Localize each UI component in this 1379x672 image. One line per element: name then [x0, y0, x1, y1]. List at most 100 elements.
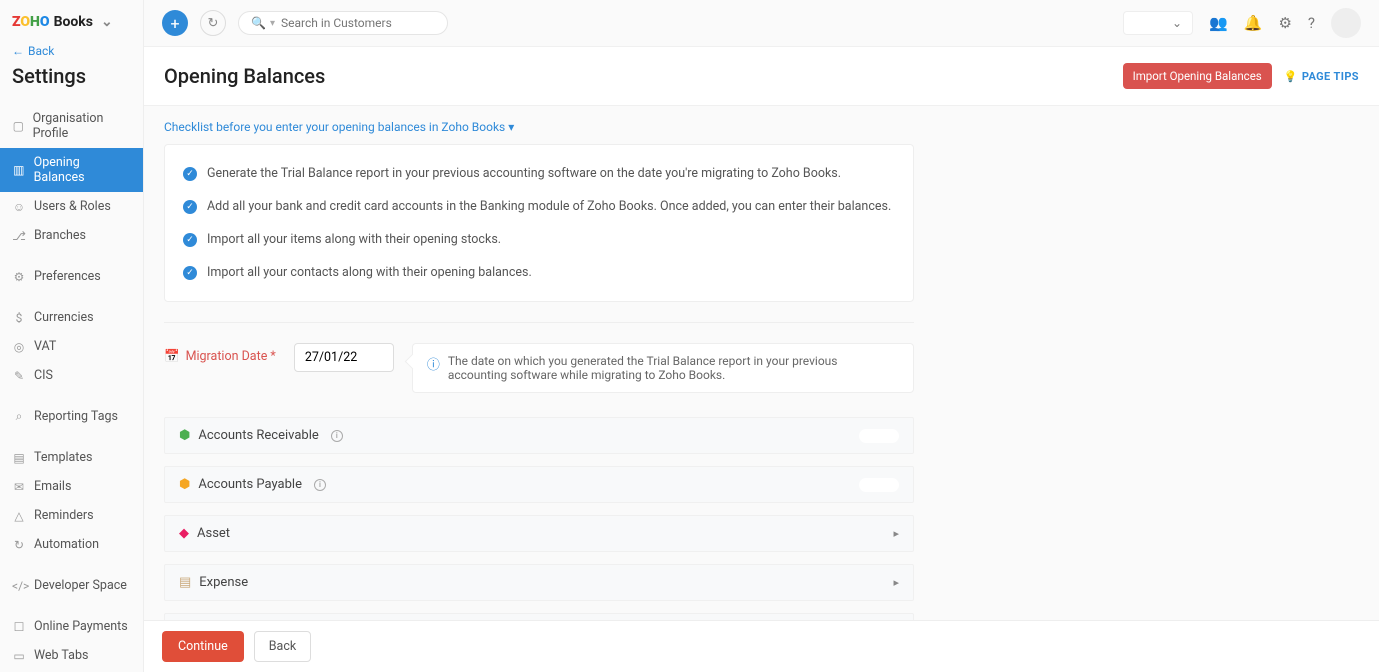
main: + ↻ 🔍 ▾ ⌄ 👥 🔔 ⚙ ? Opening Balances Impor… [144, 0, 1379, 672]
account-label: Accounts Payable [198, 477, 302, 492]
nav-label: Organisation Profile [33, 111, 131, 141]
notifications-icon[interactable]: 🔔 [1244, 14, 1263, 32]
brand[interactable]: ZOHO Books ⌄ [0, 0, 143, 40]
migration-note: ⓘ The date on which you generated the Tr… [412, 343, 914, 393]
nav-item-currencies[interactable]: $Currencies [0, 303, 143, 332]
migration-label-text: Migration Date * [186, 349, 276, 364]
back-button[interactable]: Back [254, 631, 311, 662]
chevron-right-icon: ▸ [893, 576, 899, 589]
avatar[interactable] [1331, 8, 1361, 38]
nav-label: Branches [34, 228, 86, 243]
nav-item-automation[interactable]: ↻ Automation [0, 530, 143, 559]
nav-item-reporting-tags[interactable]: ⌕ Reporting Tags [0, 402, 143, 431]
nav-item-branches[interactable]: ⎇ Branches [0, 221, 143, 250]
nav-icon: △ [12, 509, 26, 523]
gear-icon[interactable]: ⚙ [1278, 14, 1291, 32]
help-icon[interactable]: ? [1308, 14, 1315, 32]
account-icon: ◆ [179, 526, 189, 541]
checklist-text: Generate the Trial Balance report in you… [207, 166, 841, 181]
nav-item-organisation-profile[interactable]: ▢ Organisation Profile [0, 104, 143, 148]
back-label: Back [28, 44, 54, 58]
nav-icon: $ [12, 311, 26, 325]
checklist-toggle[interactable]: Checklist before you enter your opening … [164, 106, 1359, 144]
migration-note-text: The date on which you generated the Tria… [448, 354, 899, 382]
nav-icon: ◎ [12, 340, 26, 354]
nav-item-users-roles[interactable]: ☺Users & Roles [0, 192, 143, 221]
nav-item-reminders[interactable]: △Reminders [0, 501, 143, 530]
settings-heading: Settings [0, 62, 143, 104]
nav-item-web-tabs[interactable]: ▭ Web Tabs [0, 641, 143, 670]
nav-item-developer-space[interactable]: </>Developer Space [0, 571, 143, 600]
account-row-asset[interactable]: ◆Asset▸ [164, 515, 914, 552]
nav-label: CIS [34, 368, 53, 383]
account-badge [859, 429, 899, 443]
nav-label: Online Payments [34, 619, 128, 634]
nav-item-vat[interactable]: ◎ VAT [0, 332, 143, 361]
search-dropdown-icon: ▾ [270, 18, 275, 29]
import-opening-balances-button[interactable]: Import Opening Balances [1123, 63, 1272, 89]
check-icon: ✓ [183, 167, 197, 181]
nav-label: Templates [34, 450, 92, 465]
nav-label: Emails [34, 479, 71, 494]
migration-date-label: 📅 Migration Date * [164, 343, 276, 364]
content: Checklist before you enter your opening … [144, 106, 1379, 672]
back-link[interactable]: ← Back [0, 40, 143, 62]
nav-icon: ✎ [12, 369, 26, 383]
nav-label: Web Tabs [34, 648, 88, 663]
account-row-accounts-receivable[interactable]: ⬢Accounts Receivablei [164, 417, 914, 454]
chevron-down-icon: ⌄ [101, 14, 113, 30]
nav-label: Preferences [34, 269, 101, 284]
nav-item-opening-balances[interactable]: ▥ Opening Balances [0, 148, 143, 192]
nav-icon: ▤ [12, 451, 26, 465]
migration-date-input[interactable] [294, 343, 394, 372]
checklist-box: ✓ Generate the Trial Balance report in yo… [164, 144, 914, 302]
account-row-accounts-payable[interactable]: ⬢ Accounts Payable i [164, 466, 914, 503]
account-icon: ▤ [179, 575, 191, 590]
page-tips-label: PAGE TIPS [1302, 70, 1359, 83]
calendar-icon: 📅 [164, 349, 180, 364]
account-icon: ⬢ [179, 428, 190, 443]
nav-icon: ▥ [12, 163, 26, 177]
nav-icon: ⚙ [12, 270, 26, 284]
checklist-item: ✓Import all your contacts along with the… [183, 256, 895, 289]
nav-icon: ⌕ [12, 409, 26, 424]
checklist-text: Add all your bank and credit card accoun… [207, 199, 891, 214]
account-icon: ⬢ [179, 477, 190, 492]
recent-button[interactable]: ↻ [200, 10, 226, 36]
nav-label: Automation [34, 537, 99, 552]
nav-icon: ⎇ [12, 229, 26, 243]
nav-item-online-payments[interactable]: ☐Online Payments [0, 612, 143, 641]
info-icon: i [314, 479, 326, 491]
nav-icon: ✉ [12, 480, 26, 494]
nav-label: Opening Balances [34, 155, 131, 185]
topbar: + ↻ 🔍 ▾ ⌄ 👥 🔔 ⚙ ? [144, 0, 1379, 47]
nav-item-templates[interactable]: ▤ Templates [0, 443, 143, 472]
search-wrap[interactable]: 🔍 ▾ [238, 11, 448, 35]
nav-label: Reporting Tags [34, 409, 118, 424]
nav-icon: ↻ [12, 538, 26, 552]
page-header: Opening Balances Import Opening Balances… [144, 47, 1379, 106]
info-icon: i [331, 430, 343, 442]
nav-icon: ▭ [12, 649, 26, 663]
page-tips-link[interactable]: 💡 PAGE TIPS [1284, 70, 1359, 83]
account-row-expense[interactable]: ▤Expense▸ [164, 564, 914, 601]
page-title: Opening Balances [164, 64, 325, 88]
nav-item-preferences[interactable]: ⚙ Preferences [0, 262, 143, 291]
checklist-item: ✓Add all your bank and credit card accou… [183, 190, 895, 223]
nav-label: Users & Roles [34, 199, 111, 214]
nav-icon: </> [12, 579, 26, 593]
search-input[interactable] [281, 16, 437, 30]
account-badge [859, 478, 899, 492]
sidebar: ZOHO Books ⌄ ← Back Settings ▢ Organisati… [0, 0, 144, 672]
nav-icon: ▢ [12, 119, 25, 133]
nav-item-cis[interactable]: ✎ CIS [0, 361, 143, 390]
nav-label: VAT [34, 339, 56, 354]
info-icon: ⓘ [427, 354, 440, 382]
quick-add-button[interactable]: + [162, 10, 188, 36]
continue-button[interactable]: Continue [162, 631, 244, 662]
refer-icon[interactable]: 👥 [1209, 14, 1228, 32]
org-dropdown[interactable]: ⌄ [1123, 11, 1193, 35]
nav-item-emails[interactable]: ✉ Emails [0, 472, 143, 501]
footer-bar: Continue Back [144, 620, 1379, 672]
checklist-text: Import all your contacts along with thei… [207, 265, 532, 280]
